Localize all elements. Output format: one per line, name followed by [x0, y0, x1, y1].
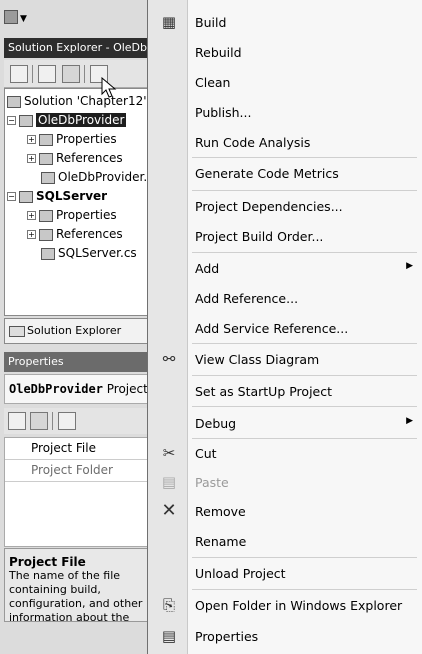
- references-folder-icon: [39, 228, 53, 241]
- show-all-files-button[interactable]: [38, 65, 56, 83]
- paste-icon: ▤: [161, 473, 177, 491]
- project-context-menu: ▦ Build Rebuild Clean Publish... Run Cod…: [147, 0, 422, 654]
- expand-icon[interactable]: +: [27, 211, 36, 220]
- description-text: The name of the file containing build, c…: [9, 569, 143, 622]
- property-pages-button[interactable]: [58, 412, 76, 430]
- close-icon: ✕: [161, 500, 177, 521]
- object-type: Project Properties: [106, 382, 148, 396]
- menu-separator: [192, 406, 417, 407]
- properties-object-selector[interactable]: OleDbProvider Project Properties: [4, 374, 148, 404]
- solution-explorer-icon: [9, 325, 25, 337]
- properties-button[interactable]: [10, 65, 28, 83]
- code-file-icon: [41, 247, 55, 260]
- refresh-button[interactable]: [62, 65, 80, 83]
- menu-item-project-dependencies[interactable]: Project Dependencies...: [148, 191, 422, 221]
- menu-item-debug[interactable]: Debug ▶: [148, 408, 422, 438]
- mouse-cursor-icon: [101, 77, 117, 98]
- solution-tree: Solution 'Chapter12' − OleDbProvider + Pro…: [4, 88, 148, 316]
- categorized-button[interactable]: [8, 412, 26, 430]
- tree-item-source-file[interactable]: SQLServer.cs: [41, 244, 137, 262]
- menu-item-unload-project[interactable]: Unload Project: [148, 558, 422, 588]
- menu-item-run-code-analysis[interactable]: Run Code Analysis: [148, 127, 422, 157]
- code-file-icon: [41, 171, 55, 184]
- properties-toolbar: [4, 408, 148, 434]
- menu-item-view-class-diagram[interactable]: ⚯ View Class Diagram: [148, 344, 422, 374]
- menu-item-publish[interactable]: Publish...: [148, 97, 422, 127]
- menu-item-cut[interactable]: ✂ Cut: [148, 438, 422, 468]
- build-icon: ▦: [161, 13, 177, 31]
- menu-item-remove[interactable]: ✕ Remove: [148, 496, 422, 526]
- tree-item-oledbprovider[interactable]: − OleDbProvider: [7, 111, 127, 129]
- menu-item-add-reference[interactable]: Add Reference...: [148, 283, 422, 313]
- description-title: Project File: [9, 555, 86, 569]
- tree-item-references[interactable]: + References: [27, 225, 123, 243]
- class-diagram-icon: ⚯: [162, 350, 176, 368]
- menu-item-rename[interactable]: Rename: [148, 526, 422, 556]
- tree-item-properties[interactable]: + Properties: [27, 206, 117, 224]
- project-icon: [19, 114, 33, 127]
- solution-icon: [7, 95, 21, 108]
- menu-item-paste: ▤ Paste: [161, 473, 229, 491]
- toolstrip-icon[interactable]: [4, 10, 18, 24]
- dropdown-arrow-icon[interactable]: ▼: [20, 14, 27, 24]
- tree-item-references[interactable]: + References: [27, 149, 123, 167]
- left-pane: ▼ Solution Explorer - OleDbProvider Solu…: [0, 0, 148, 654]
- collapse-icon[interactable]: −: [7, 192, 16, 201]
- tree-item-source-file[interactable]: OleDbProvider.cs: [41, 168, 147, 186]
- tree-item-properties[interactable]: + Properties: [27, 130, 117, 148]
- folder-icon: ⎘: [162, 596, 175, 614]
- expand-icon[interactable]: +: [27, 154, 36, 163]
- object-name: OleDbProvider: [9, 382, 103, 396]
- tree-item-solution[interactable]: Solution 'Chapter12': [7, 92, 147, 110]
- property-row[interactable]: Project Folder: [5, 460, 147, 482]
- tab-solution-explorer[interactable]: Solution Explorer: [4, 318, 148, 344]
- menu-item-project-build-order[interactable]: Project Build Order...: [148, 221, 422, 251]
- properties-folder-icon: [39, 209, 53, 222]
- menu-item-add-service-reference[interactable]: Add Service Reference...: [148, 313, 422, 343]
- property-description: Project File The name of the file contai…: [4, 548, 148, 622]
- properties-icon: ▤: [161, 627, 177, 645]
- references-folder-icon: [39, 152, 53, 165]
- top-toolstrip: ▼: [0, 0, 148, 38]
- menu-item-properties[interactable]: ▤ Properties: [148, 621, 422, 651]
- tree-item-sqlserver[interactable]: − SQLServer: [7, 187, 107, 205]
- menu-item-add[interactable]: Add ▶: [148, 253, 422, 283]
- properties-title: Properties: [4, 352, 148, 372]
- menu-item-open-folder[interactable]: ⎘ Open Folder in Windows Explorer: [148, 590, 422, 620]
- menu-item-rebuild[interactable]: Rebuild: [148, 37, 422, 67]
- collapse-icon[interactable]: −: [7, 116, 16, 125]
- toolbar-separator: [52, 412, 53, 430]
- submenu-arrow-icon: ▶: [406, 261, 413, 271]
- project-icon: [19, 190, 33, 203]
- property-row[interactable]: Project File: [5, 438, 147, 460]
- solution-explorer-toolbar: [4, 60, 148, 88]
- toolbar-separator: [32, 65, 33, 83]
- alphabetical-button[interactable]: [30, 412, 48, 430]
- menu-item-clean[interactable]: Clean: [148, 67, 422, 97]
- expand-icon[interactable]: +: [27, 230, 36, 239]
- properties-folder-icon: [39, 133, 53, 146]
- toolbar-separator: [84, 65, 85, 83]
- solution-explorer-title: Solution Explorer - OleDbProvider: [4, 38, 148, 58]
- submenu-arrow-icon: ▶: [406, 416, 413, 426]
- menu-item-build[interactable]: ▦ Build: [148, 7, 422, 37]
- menu-item-generate-code-metrics[interactable]: Generate Code Metrics: [148, 158, 422, 188]
- expand-icon[interactable]: +: [27, 135, 36, 144]
- scissors-icon: ✂: [162, 444, 176, 462]
- menu-item-set-startup-project[interactable]: Set as StartUp Project: [148, 376, 422, 406]
- properties-grid: Project File Project Folder: [4, 437, 148, 547]
